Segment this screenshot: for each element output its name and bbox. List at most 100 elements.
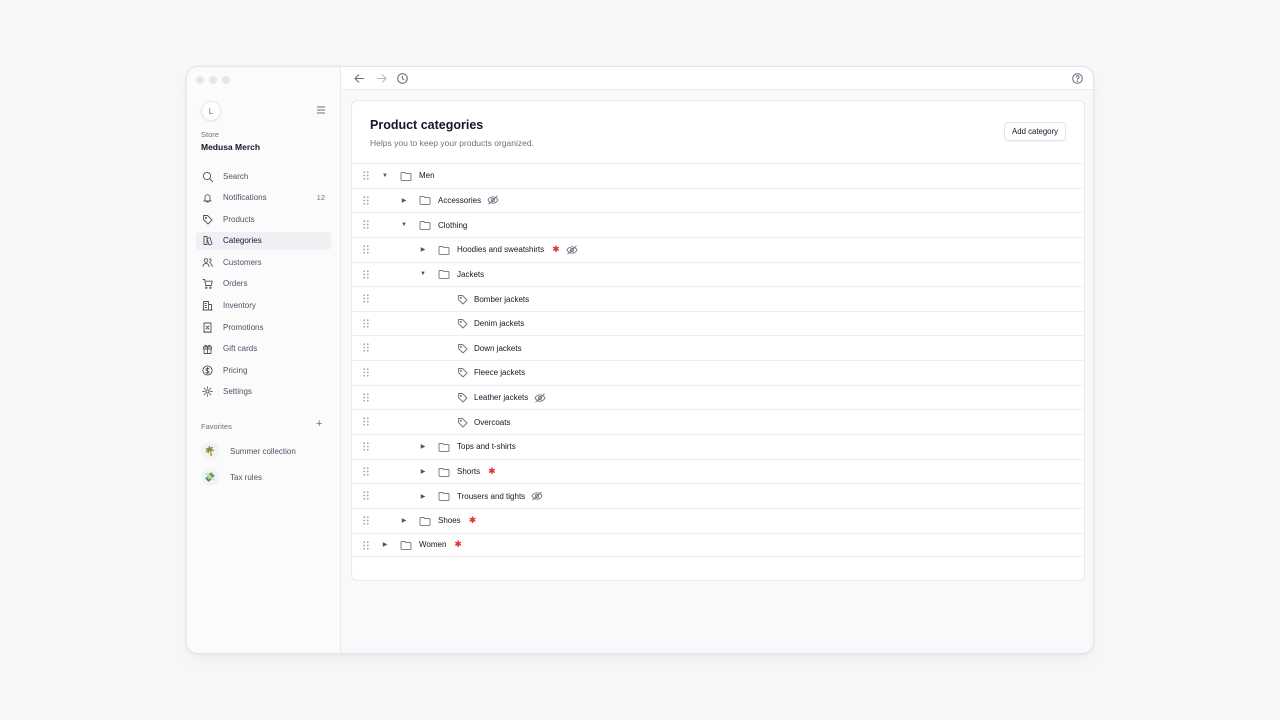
tag-icon	[458, 417, 468, 428]
sidebar-item-label: Orders	[223, 279, 248, 289]
drag-handle-icon[interactable]	[363, 442, 369, 451]
app-window: L Store Medusa Merch Search Notifications…	[186, 66, 1094, 654]
category-name: Shoes	[438, 516, 461, 526]
category-row[interactable]: ▼ Men	[352, 163, 1084, 188]
menu-icon[interactable]	[315, 104, 327, 116]
drag-handle-icon[interactable]	[363, 417, 369, 427]
add-favorite-button[interactable]: +	[316, 419, 322, 430]
eye-off-icon	[487, 195, 499, 205]
category-name: Hoodies and sweatshirts	[457, 245, 545, 255]
drag-handle-icon[interactable]	[363, 540, 369, 550]
receipt-icon	[203, 322, 212, 333]
category-row[interactable]: ▼ Jackets	[352, 261, 1084, 287]
category-row[interactable]: Down jackets	[352, 335, 1084, 360]
sidebar-item-products[interactable]: Products	[196, 210, 331, 228]
category-name: Shorts	[457, 467, 481, 476]
add-category-button[interactable]: Add category	[1004, 122, 1066, 141]
avatar[interactable]: L	[201, 101, 221, 121]
help-icon[interactable]	[1071, 72, 1084, 85]
chevron-right-icon[interactable]: ▶	[419, 246, 427, 253]
tag-icon	[458, 393, 468, 403]
drag-handle-icon[interactable]	[363, 269, 369, 279]
folder-icon	[400, 171, 412, 181]
gear-icon	[202, 386, 213, 398]
sidebar-item-promotions[interactable]: Promotions	[196, 318, 331, 336]
tag-icon	[458, 294, 468, 304]
minimize-window-dot[interactable]	[209, 76, 217, 84]
asterisk-icon: ✱	[552, 244, 560, 255]
category-row[interactable]: Fleece jackets	[352, 360, 1084, 385]
store-label: Store	[201, 130, 219, 139]
chevron-down-icon[interactable]: ▼	[381, 173, 389, 179]
drag-handle-icon[interactable]	[363, 319, 369, 328]
eye-off-icon	[566, 245, 578, 255]
sidebar-item-customers[interactable]: Customers	[196, 253, 331, 271]
search-icon	[202, 171, 213, 182]
favorite-item-summer-collection[interactable]: 🌴 Summer collection	[201, 442, 331, 460]
category-name: Men	[419, 171, 435, 181]
category-name: Trousers and tights	[457, 491, 526, 501]
folder-icon	[419, 196, 431, 206]
chevron-right-icon[interactable]: ▶	[400, 197, 408, 204]
sidebar-item-inventory[interactable]: Inventory	[196, 297, 331, 315]
sidebar-item-categories[interactable]: Categories	[196, 231, 331, 250]
category-name: Leather jackets	[474, 393, 529, 403]
category-row[interactable]: Leather jackets	[352, 384, 1084, 410]
sidebar-item-notifications[interactable]: Notifications 12	[196, 189, 331, 207]
store-name[interactable]: Medusa Merch	[201, 142, 260, 152]
drag-handle-icon[interactable]	[363, 171, 369, 180]
chevron-down-icon[interactable]: ▼	[419, 271, 427, 277]
drag-handle-icon[interactable]	[363, 516, 369, 525]
chevron-right-icon[interactable]: ▶	[400, 517, 408, 524]
chevron-right-icon[interactable]: ▶	[419, 493, 427, 500]
category-row[interactable]: Denim jackets	[352, 310, 1084, 336]
category-row[interactable]: ▶ Women ✱	[352, 532, 1084, 558]
folder-icon	[400, 540, 412, 550]
category-row[interactable]: ▶ Shoes ✱	[352, 507, 1084, 533]
page-subtitle: Helps you to keep your products organize…	[370, 138, 534, 148]
palm-tree-icon: 🌴	[201, 442, 219, 460]
sidebar-item-pricing[interactable]: Pricing	[196, 361, 331, 379]
category-row[interactable]: Overcoats	[352, 409, 1084, 434]
page-title: Product categories	[370, 118, 484, 132]
category-row[interactable]: ▶ Hoodies and sweatshirts ✱	[352, 236, 1084, 262]
notification-count: 12	[316, 193, 325, 203]
drag-handle-icon[interactable]	[363, 245, 369, 254]
back-arrow-icon[interactable]	[353, 72, 366, 85]
drag-handle-icon[interactable]	[363, 393, 369, 402]
category-row[interactable]: Bomber jackets	[352, 286, 1084, 311]
category-name: Tops and t-shirts	[457, 442, 516, 452]
favorite-item-tax-rules[interactable]: 💸 Tax rules	[201, 468, 331, 486]
category-row[interactable]: ▶ Trousers and tights	[352, 483, 1084, 508]
sidebar-item-search[interactable]: Search	[196, 167, 331, 185]
sidebar-item-label: Search	[223, 171, 249, 181]
chevron-right-icon[interactable]: ▶	[381, 541, 389, 548]
drag-handle-icon[interactable]	[363, 195, 369, 205]
asterisk-icon: ✱	[468, 515, 477, 526]
category-row[interactable]: ▶ Accessories	[352, 187, 1084, 213]
drag-handle-icon[interactable]	[363, 491, 369, 501]
category-name: Clothing	[438, 220, 468, 230]
sidebar-item-settings[interactable]: Settings	[196, 383, 331, 401]
category-row[interactable]: ▼ Clothing	[352, 212, 1084, 237]
eye-off-icon	[531, 491, 543, 501]
drag-handle-icon[interactable]	[363, 220, 369, 229]
sidebar-item-label: Settings	[223, 387, 252, 397]
close-window-dot[interactable]	[196, 76, 204, 84]
history-icon[interactable]	[396, 72, 409, 85]
drag-handle-icon[interactable]	[363, 294, 369, 303]
forward-arrow-icon[interactable]	[375, 72, 388, 85]
drag-handle-icon[interactable]	[363, 368, 369, 377]
chevron-right-icon[interactable]: ▶	[419, 468, 427, 475]
category-row[interactable]: ▶ Shorts ✱	[352, 458, 1084, 484]
sidebar-item-label: Inventory	[223, 301, 256, 311]
chevron-down-icon[interactable]: ▼	[400, 222, 408, 228]
sidebar-item-gift-cards[interactable]: Gift cards	[196, 340, 331, 358]
eye-off-icon	[534, 393, 546, 403]
sidebar-item-orders[interactable]: Orders	[196, 275, 331, 293]
maximize-window-dot[interactable]	[222, 76, 230, 84]
drag-handle-icon[interactable]	[363, 466, 369, 476]
chevron-right-icon[interactable]: ▶	[419, 443, 427, 450]
category-row[interactable]: ▶ Tops and t-shirts	[352, 434, 1084, 459]
drag-handle-icon[interactable]	[363, 343, 369, 353]
